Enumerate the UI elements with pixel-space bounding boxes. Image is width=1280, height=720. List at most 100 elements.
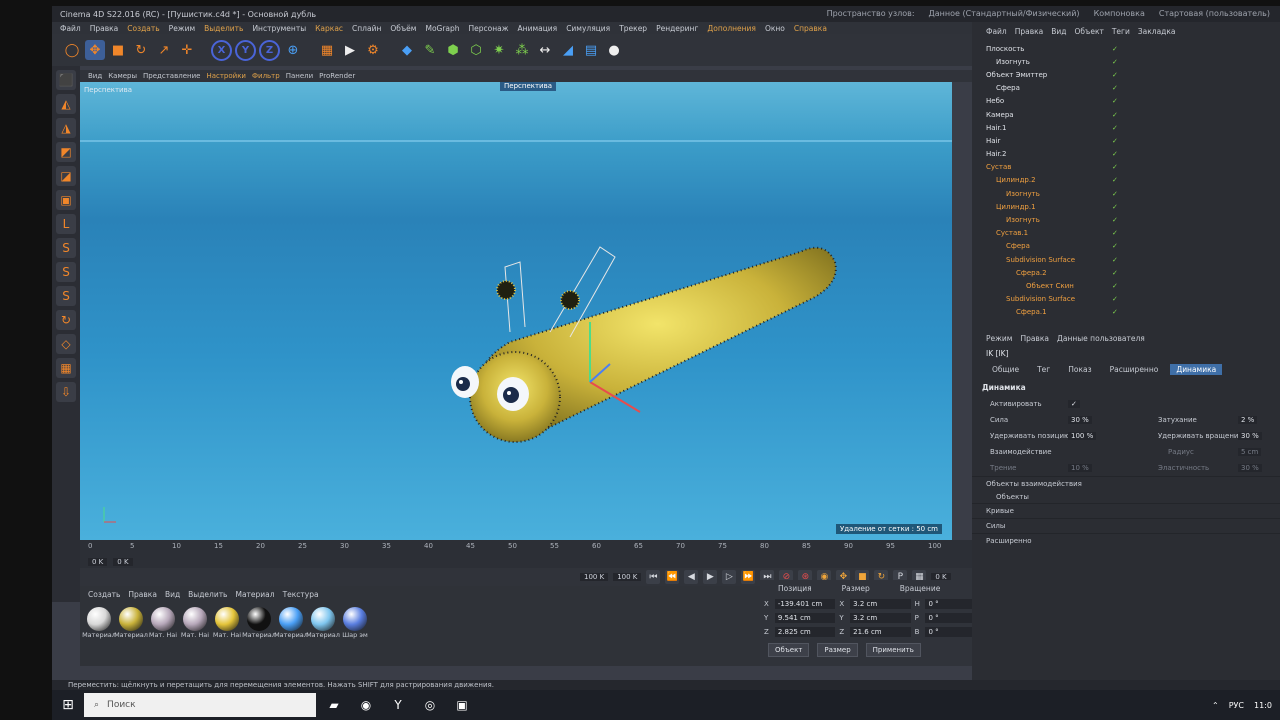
- material-item[interactable]: Материал: [306, 607, 340, 639]
- timeline-ruler[interactable]: 0 5 10 15 20 25 30 35 40 45 50 55 60 65 70 75 80 85 90 95 10…: [88, 540, 941, 556]
- object-row[interactable]: Объект Эмиттер ✓: [972, 68, 1280, 81]
- vp-menu-display[interactable]: Представление: [143, 72, 200, 80]
- material-item[interactable]: Мат. Наі: [213, 607, 241, 639]
- visibility-check-icon[interactable]: ✓: [1112, 256, 1118, 264]
- model-mode-icon[interactable]: ◭: [56, 94, 76, 114]
- live-select-icon[interactable]: ◯: [62, 40, 82, 60]
- material-item[interactable]: Материал: [274, 607, 308, 639]
- visibility-check-icon[interactable]: ✓: [1112, 190, 1118, 198]
- cloner-icon[interactable]: ⬡: [466, 40, 486, 60]
- object-row[interactable]: Hair ✓: [972, 134, 1280, 147]
- om-menu-view[interactable]: Вид: [1051, 27, 1066, 36]
- cinema4d-taskbar-icon[interactable]: ▣: [448, 693, 476, 717]
- coords-mode-dropdown[interactable]: Объект: [768, 643, 810, 657]
- visibility-check-icon[interactable]: ✓: [1112, 282, 1118, 290]
- app-icon[interactable]: ◎: [416, 693, 444, 717]
- friction-field[interactable]: 10 %: [1068, 464, 1092, 472]
- taskbar-search[interactable]: ⌕ Поиск: [84, 693, 316, 717]
- mat-menu-texture[interactable]: Текстура: [283, 590, 319, 599]
- material-item[interactable]: Материал: [82, 607, 116, 639]
- vp-menu-options[interactable]: Настройки: [206, 72, 246, 80]
- object-row[interactable]: Плоскость ✓: [972, 42, 1280, 55]
- object-row[interactable]: Изогнуть ✓: [972, 55, 1280, 68]
- menu-volume[interactable]: Объём: [390, 24, 416, 33]
- material-item[interactable]: Материал: [114, 607, 148, 639]
- point-mode-icon[interactable]: ◩: [56, 142, 76, 162]
- light-icon[interactable]: ●: [604, 40, 624, 60]
- mat-menu-view[interactable]: Вид: [165, 590, 180, 599]
- edge-mode-icon[interactable]: ◪: [56, 166, 76, 186]
- visibility-check-icon[interactable]: ✓: [1112, 163, 1118, 171]
- size-z-field[interactable]: 21.6 cm: [850, 627, 911, 637]
- language-indicator[interactable]: РУС: [1229, 701, 1244, 710]
- forces-group[interactable]: Силы: [972, 518, 1280, 533]
- menu-extensions[interactable]: Дополнения: [707, 24, 756, 33]
- object-row[interactable]: Сустав ✓: [972, 161, 1280, 174]
- pos-z-field[interactable]: 2.825 cm: [774, 627, 836, 637]
- vp-menu-filter[interactable]: Фильтр: [252, 72, 280, 80]
- yandex-browser-icon[interactable]: Y: [384, 693, 412, 717]
- scale-icon[interactable]: ■: [108, 40, 128, 60]
- z-axis-icon[interactable]: Z: [259, 39, 280, 61]
- visibility-check-icon[interactable]: ✓: [1112, 242, 1118, 250]
- next-key-icon[interactable]: ⏩: [741, 570, 756, 584]
- snap-icon[interactable]: S: [56, 238, 76, 258]
- node-space-value[interactable]: Данное (Стандартный/Физический): [929, 9, 1080, 18]
- prev-frame-icon[interactable]: ◀: [684, 570, 699, 584]
- object-row[interactable]: Сустав.1 ✓: [972, 227, 1280, 240]
- om-menu-tags[interactable]: Теги: [1112, 27, 1130, 36]
- render-region-icon[interactable]: ▦: [317, 40, 337, 60]
- viewport[interactable]: Перспектива Перспектива Удаление от сетк…: [80, 82, 952, 540]
- tab-advanced[interactable]: Расширенно: [1104, 364, 1165, 375]
- menu-simulation[interactable]: Симуляция: [566, 24, 610, 33]
- object-row[interactable]: Сфера.2 ✓: [972, 266, 1280, 279]
- download-icon[interactable]: ⇩: [56, 382, 76, 402]
- grid-icon[interactable]: ▦: [56, 358, 76, 378]
- axis-mode-icon[interactable]: L: [56, 214, 76, 234]
- radius-field[interactable]: 5 cm: [1238, 448, 1262, 456]
- advanced-group[interactable]: Расширенно: [972, 533, 1280, 548]
- object-row[interactable]: Изогнуть ✓: [972, 187, 1280, 200]
- curves-group[interactable]: Кривые: [972, 503, 1280, 518]
- caterpillar-body[interactable]: [469, 246, 837, 443]
- vp-menu-view[interactable]: Вид: [88, 72, 102, 80]
- am-menu-userdata[interactable]: Данные пользователя: [1057, 334, 1145, 343]
- object-row[interactable]: Subdivision Surface ✓: [972, 253, 1280, 266]
- rotate-icon[interactable]: ↻: [131, 40, 151, 60]
- texture-mode-icon[interactable]: ◮: [56, 118, 76, 138]
- menu-select[interactable]: Выделить: [204, 24, 243, 33]
- om-menu-object[interactable]: Объект: [1075, 27, 1104, 36]
- visibility-check-icon[interactable]: ✓: [1112, 295, 1118, 303]
- am-menu-edit[interactable]: Правка: [1020, 334, 1049, 343]
- object-row[interactable]: Hair.2 ✓: [972, 148, 1280, 161]
- tab-dynamics[interactable]: Динамика: [1170, 364, 1223, 375]
- pos-x-field[interactable]: -139.401 cm: [774, 599, 836, 609]
- polygon-mode-icon[interactable]: ▣: [56, 190, 76, 210]
- object-row[interactable]: Сфера ✓: [972, 82, 1280, 95]
- deformer-icon[interactable]: ✷: [489, 40, 509, 60]
- menu-tools[interactable]: Инструменты: [252, 24, 306, 33]
- prev-key-icon[interactable]: ⏪: [665, 570, 680, 584]
- move-icon[interactable]: ✥: [85, 40, 105, 60]
- next-frame-icon[interactable]: ▷: [722, 570, 737, 584]
- timeline[interactable]: 0 5 10 15 20 25 30 35 40 45 50 55 60 65 70 75 80 85 90 95 10…: [80, 540, 972, 568]
- mat-menu-edit[interactable]: Правка: [128, 590, 157, 599]
- visibility-check-icon[interactable]: ✓: [1112, 84, 1118, 92]
- material-item[interactable]: Мат. Наі: [181, 607, 209, 639]
- visibility-check-icon[interactable]: ✓: [1112, 124, 1118, 132]
- visibility-check-icon[interactable]: ✓: [1112, 58, 1118, 66]
- mat-menu-create[interactable]: Создать: [88, 590, 120, 599]
- object-row[interactable]: Сфера.1 ✓: [972, 306, 1280, 319]
- render-view-icon[interactable]: ▶: [340, 40, 360, 60]
- camera-icon[interactable]: ◢: [558, 40, 578, 60]
- floor-icon[interactable]: ▤: [581, 40, 601, 60]
- object-row[interactable]: Объект Скин ✓: [972, 279, 1280, 292]
- snap3-icon[interactable]: S: [56, 286, 76, 306]
- menu-render[interactable]: Рендеринг: [656, 24, 698, 33]
- menu-animation[interactable]: Анимация: [518, 24, 558, 33]
- visibility-check-icon[interactable]: ✓: [1112, 111, 1118, 119]
- layout-tab[interactable]: Компоновка: [1094, 9, 1145, 18]
- menu-spline[interactable]: Сплайн: [352, 24, 381, 33]
- render-settings-icon[interactable]: ⚙: [363, 40, 383, 60]
- snap2-icon[interactable]: S: [56, 262, 76, 282]
